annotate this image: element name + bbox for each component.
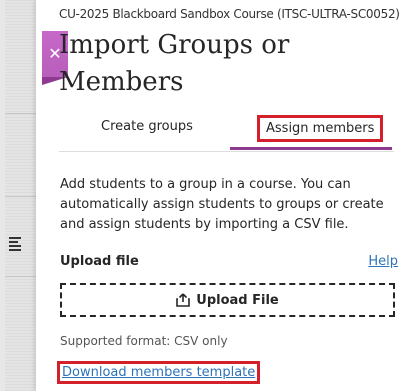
tab-create-groups[interactable]: Create groups	[101, 119, 193, 134]
upload-icon	[176, 293, 191, 307]
download-members-template-link[interactable]: Download members template	[57, 361, 261, 384]
background-divider	[5, 276, 36, 277]
background-divider	[5, 113, 36, 114]
menu-icon[interactable]	[9, 237, 23, 251]
upload-button-label: Upload File	[196, 292, 279, 308]
supported-format-text: Supported format: CSV only	[60, 334, 228, 348]
import-panel: ✕ CU-2025 Blackboard Sandbox Course (ITS…	[36, 0, 414, 391]
active-tab-indicator	[230, 147, 392, 150]
help-link[interactable]: Help	[368, 254, 398, 269]
upload-file-button[interactable]: Upload File	[60, 283, 395, 317]
page-title: Import Groups or Members	[59, 30, 290, 97]
background-divider	[5, 196, 36, 197]
upload-file-label: Upload file	[60, 254, 139, 269]
tab-assign-members[interactable]: Assign members	[257, 115, 384, 142]
tab-bar: Create groups Assign members	[59, 113, 394, 152]
course-name: CU-2025 Blackboard Sandbox Course (ITSC-…	[59, 7, 400, 21]
description-text: Add students to a group in a course. You…	[60, 177, 384, 232]
